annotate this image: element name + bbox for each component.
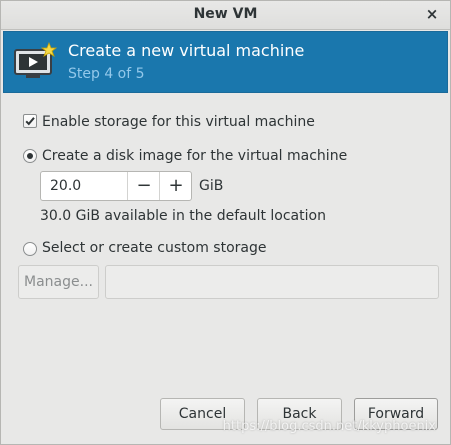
- close-button[interactable]: ×: [422, 4, 442, 24]
- disk-size-spinbutton[interactable]: 20.0 − +: [40, 171, 192, 201]
- window-title: New VM: [193, 6, 258, 22]
- step-indicator: Step 4 of 5: [68, 66, 145, 82]
- enable-storage-label[interactable]: Enable storage for this virtual machine: [42, 114, 315, 130]
- available-space-text: 30.0 GiB available in the default locati…: [40, 208, 326, 224]
- create-disk-radio[interactable]: [23, 149, 37, 163]
- size-unit-label: GiB: [199, 178, 224, 194]
- watermark-text: https://blog.csdn.net/kkyphoenix: [222, 419, 436, 434]
- custom-storage-label[interactable]: Select or create custom storage: [42, 240, 267, 256]
- disk-size-input[interactable]: 20.0: [50, 178, 81, 194]
- create-disk-label[interactable]: Create a disk image for the virtual mach…: [42, 148, 347, 164]
- manage-button[interactable]: Manage...: [18, 265, 99, 299]
- header-title: Create a new virtual machine: [68, 41, 305, 60]
- increment-button[interactable]: +: [159, 172, 192, 200]
- custom-storage-radio[interactable]: [23, 242, 37, 256]
- radio-selected-dot: [27, 153, 33, 159]
- checkmark-icon: [25, 117, 35, 126]
- vm-icon: [12, 41, 58, 82]
- titlebar: New VM ×: [1, 1, 450, 30]
- new-vm-dialog: New VM × Create a new virtual machine St…: [0, 0, 451, 445]
- custom-storage-path-input[interactable]: [105, 265, 439, 299]
- decrement-button[interactable]: −: [127, 172, 160, 200]
- enable-storage-checkbox[interactable]: [23, 114, 37, 128]
- wizard-header: Create a new virtual machine Step 4 of 5: [3, 31, 448, 93]
